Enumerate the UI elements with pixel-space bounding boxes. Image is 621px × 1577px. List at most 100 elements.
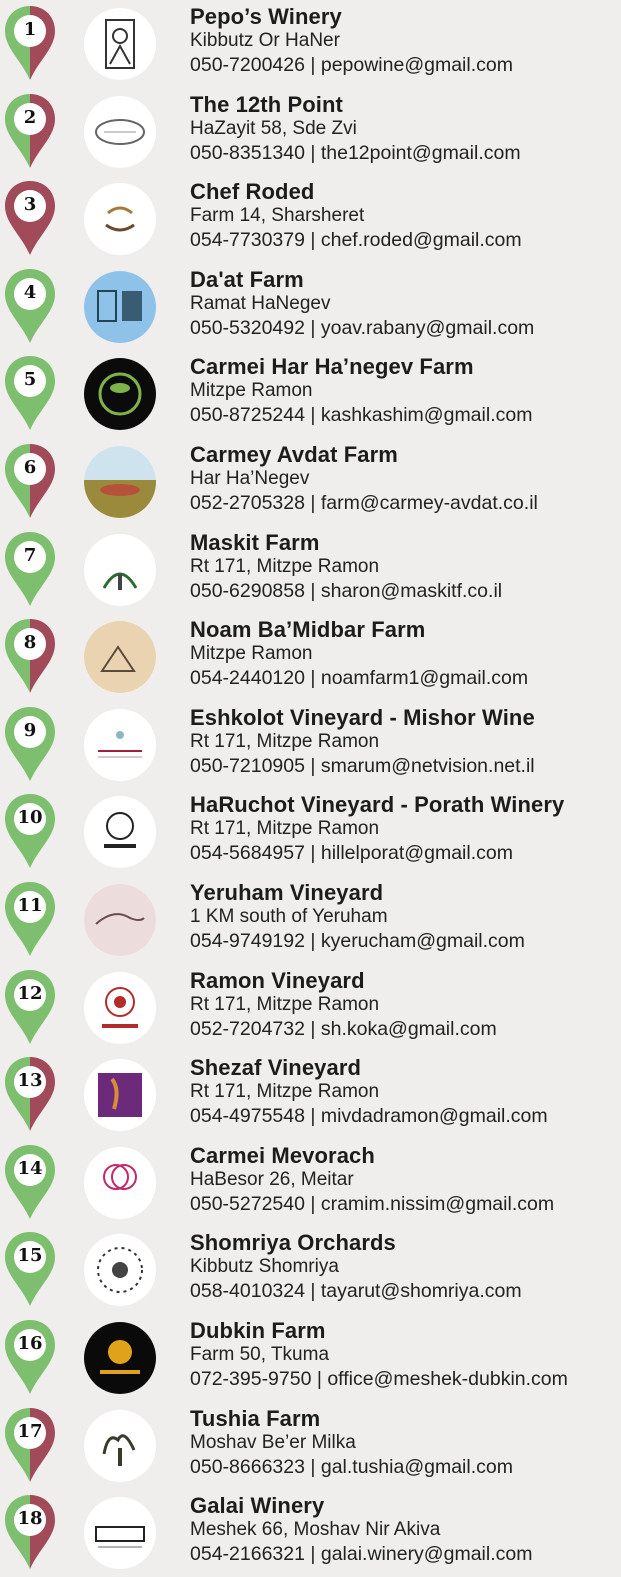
maskit-farm-logo-icon — [84, 534, 156, 606]
map-pin-icon: 17 — [3, 1406, 57, 1484]
pin-number: 6 — [23, 457, 37, 478]
venue-contact[interactable]: 072-395-9750 | office@meshek-dubkin.com — [190, 1368, 568, 1391]
venue-name: Tushia Farm — [190, 1406, 321, 1431]
venue-contact[interactable]: 054-5684957 | hillelporat@gmail.com — [190, 842, 513, 865]
map-pin-icon: 11 — [3, 880, 57, 958]
list-item[interactable]: 14 Carmei Mevorach HaBesor 26, Meitar 050-5… — [0, 1139, 621, 1227]
venue-address: Rt 171, Mitzpe Ramon — [190, 1081, 380, 1102]
list-item[interactable]: 17 Tushia Farm Moshav Be’er Milka 050-86663… — [0, 1402, 621, 1490]
chef-roded-logo-icon — [84, 183, 156, 255]
pin-number: 10 — [17, 807, 43, 828]
venue-address: Rt 171, Mitzpe Ramon — [190, 556, 380, 577]
venue-name: Ramon Vineyard — [190, 968, 365, 993]
pin-number: 11 — [17, 895, 43, 916]
galai-winery-logo-icon — [84, 1497, 156, 1569]
venue-address: 1 KM south of Yeruham — [190, 906, 388, 927]
pin-number: 16 — [17, 1333, 43, 1354]
map-pin-icon: 4 — [3, 267, 57, 345]
venue-address: Moshav Be’er Milka — [190, 1432, 356, 1453]
the-12th-point-logo-icon — [84, 96, 156, 168]
list-item[interactable]: 18 Galai Winery Meshek 66, Moshav Nir Akiv… — [0, 1489, 621, 1577]
pin-number: 18 — [17, 1508, 43, 1529]
map-pin-icon: 2 — [3, 92, 57, 170]
noam-bamidbar-logo-icon — [84, 621, 156, 693]
venue-contact[interactable]: 050-6290858 | sharon@maskitf.co.il — [190, 580, 502, 603]
list-item[interactable]: 11 Yeruham Vineyard 1 KM south of Yeruham 0… — [0, 876, 621, 964]
list-item[interactable]: 6 Carmey Avdat Farm Har Ha’Negev 052-270532… — [0, 438, 621, 526]
venue-list: 1 Pepo’s Winery Kibbutz Or HaNer 050-720042… — [0, 0, 621, 1570]
pepos-winery-logo-icon — [84, 8, 156, 80]
venue-contact[interactable]: 054-4975548 | mivdadramon@gmail.com — [190, 1105, 548, 1128]
pin-number: 2 — [23, 107, 37, 128]
venue-contact[interactable]: 050-5272540 | cramim.nissim@gmail.com — [190, 1193, 554, 1216]
map-pin-icon: 14 — [3, 1143, 57, 1221]
map-pin-icon: 3 — [3, 179, 57, 257]
venue-name: Da'at Farm — [190, 267, 304, 292]
map-pin-icon: 10 — [3, 792, 57, 870]
venue-contact[interactable]: 052-2705328 | farm@carmey-avdat.co.il — [190, 492, 538, 515]
list-item[interactable]: 13 Shezaf Vineyard Rt 171, Mitzpe Ramon 054… — [0, 1051, 621, 1139]
pin-number: 14 — [17, 1158, 43, 1179]
venue-contact[interactable]: 058-4010324 | tayarut@shomriya.com — [190, 1280, 522, 1303]
map-pin-icon: 7 — [3, 530, 57, 608]
venue-contact[interactable]: 054-9749192 | kyerucham@gmail.com — [190, 930, 525, 953]
shomriya-orchards-logo-icon — [84, 1234, 156, 1306]
pin-number: 8 — [23, 632, 37, 653]
pin-number: 7 — [23, 545, 37, 566]
venue-address: Farm 14, Sharsheret — [190, 205, 365, 226]
venue-contact[interactable]: 050-8351340 | the12point@gmail.com — [190, 142, 521, 165]
venue-name: Shomriya Orchards — [190, 1230, 396, 1255]
list-item[interactable]: 10 HaRuchot Vineyard - Porath Winery Rt 17… — [0, 788, 621, 876]
list-item[interactable]: 1 Pepo’s Winery Kibbutz Or HaNer 050-720042… — [0, 0, 621, 88]
venue-contact[interactable]: 050-8725244 | kashkashim@gmail.com — [190, 404, 532, 427]
venue-name: Shezaf Vineyard — [190, 1055, 362, 1080]
list-item[interactable]: 15 Shomriya Orchards Kibbutz Shomriya 058-4… — [0, 1226, 621, 1314]
carmei-mevorach-logo-icon — [84, 1147, 156, 1219]
map-pin-icon: 6 — [3, 442, 57, 520]
list-item[interactable]: 3 Chef Roded Farm 14, Sharsheret 054-773037… — [0, 175, 621, 263]
venue-name: Yeruham Vineyard — [190, 880, 384, 905]
venue-address: Har Ha’Negev — [190, 468, 310, 489]
pin-number: 3 — [23, 194, 37, 215]
list-item[interactable]: 16 Dubkin Farm Farm 50, Tkuma 072-395-9750 … — [0, 1314, 621, 1402]
venue-contact[interactable]: 050-7210905 | smarum@netvision.net.il — [190, 755, 535, 778]
map-pin-icon: 15 — [3, 1230, 57, 1308]
list-item[interactable]: 12 Ramon Vineyard Rt 171, Mitzpe Ramon 052-… — [0, 964, 621, 1052]
map-pin-icon: 18 — [3, 1493, 57, 1571]
venue-contact[interactable]: 052-7204732 | sh.koka@gmail.com — [190, 1018, 497, 1041]
venue-contact[interactable]: 050-7200426 | pepowine@gmail.com — [190, 54, 513, 77]
list-item[interactable]: 7 Maskit Farm Rt 171, Mitzpe Ramon 050-6290… — [0, 526, 621, 614]
venue-address: Rt 171, Mitzpe Ramon — [190, 818, 380, 839]
list-item[interactable]: 2 The 12th Point HaZayit 58, Sde Zvi 050-83… — [0, 88, 621, 176]
venue-name: Dubkin Farm — [190, 1318, 326, 1343]
venue-name: Carmey Avdat Farm — [190, 442, 398, 467]
venue-address: Rt 171, Mitzpe Ramon — [190, 731, 380, 752]
map-pin-icon: 12 — [3, 968, 57, 1046]
pin-number: 1 — [23, 19, 37, 40]
venue-name: Eshkolot Vineyard - Mishor Wine — [190, 705, 535, 730]
venue-name: The 12th Point — [190, 92, 343, 117]
porath-winery-logo-icon — [84, 796, 156, 868]
carmey-avdat-logo-icon — [84, 446, 156, 518]
venue-contact[interactable]: 054-7730379 | chef.roded@gmail.com — [190, 229, 522, 252]
venue-name: Maskit Farm — [190, 530, 320, 555]
venue-address: Farm 50, Tkuma — [190, 1344, 330, 1365]
venue-address: Kibbutz Or HaNer — [190, 30, 340, 51]
carmei-har-hanegev-logo-icon — [84, 358, 156, 430]
pin-number: 13 — [17, 1070, 43, 1091]
map-pin-icon: 1 — [3, 4, 57, 82]
map-pin-icon: 16 — [3, 1318, 57, 1396]
venue-contact[interactable]: 050-8666323 | gal.tushia@gmail.com — [190, 1456, 513, 1479]
list-item[interactable]: 4 Da'at Farm Ramat HaNegev 050-5320492 | yo… — [0, 263, 621, 351]
venue-address: Kibbutz Shomriya — [190, 1256, 339, 1277]
venue-contact[interactable]: 050-5320492 | yoav.rabany@gmail.com — [190, 317, 534, 340]
map-pin-icon: 13 — [3, 1055, 57, 1133]
venue-contact[interactable]: 054-2440120 | noamfarm1@gmail.com — [190, 667, 528, 690]
list-item[interactable]: 9 Eshkolot Vineyard - Mishor Wine Rt 171, … — [0, 701, 621, 789]
venue-contact[interactable]: 054-2166321 | galai.winery@gmail.com — [190, 1543, 532, 1566]
daat-farm-logo-icon — [84, 271, 156, 343]
list-item[interactable]: 8 Noam Ba’Midbar Farm Mitzpe Ramon 054-2440… — [0, 613, 621, 701]
venue-name: Carmei Har Ha’negev Farm — [190, 354, 474, 379]
tushia-farm-logo-icon — [84, 1410, 156, 1482]
list-item[interactable]: 5 Carmei Har Ha’negev Farm Mitzpe Ramon 050… — [0, 350, 621, 438]
